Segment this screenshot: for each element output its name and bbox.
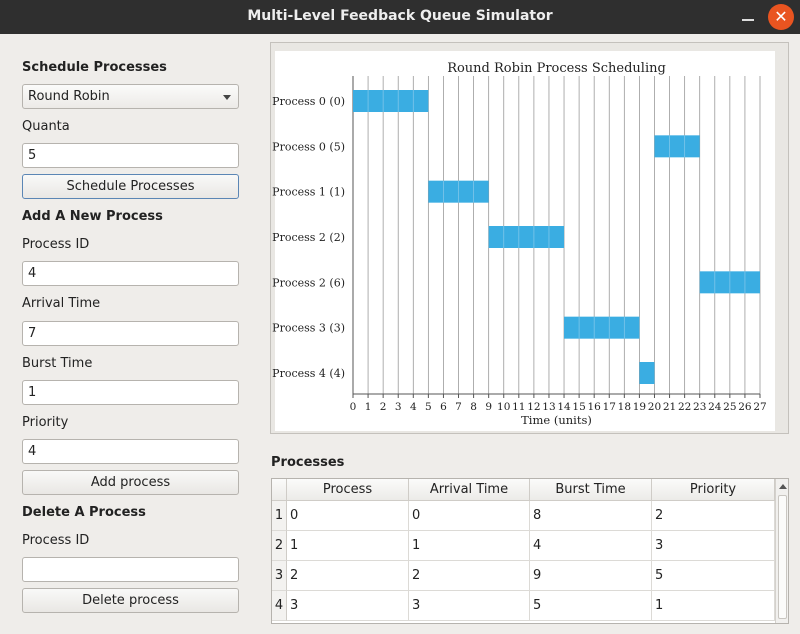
minimize-icon[interactable]	[742, 9, 754, 23]
delete-process-header: Delete A Process	[22, 505, 146, 520]
x-tick-label: 23	[693, 401, 706, 413]
column-header[interactable]: Priority	[652, 479, 775, 501]
chevron-down-icon	[223, 95, 231, 100]
x-tick-label: 1	[365, 401, 372, 413]
table-cell[interactable]: 5	[652, 561, 775, 591]
title-bar: Multi-Level Feedback Queue Simulator ✕	[0, 0, 800, 34]
x-tick-label: 9	[485, 401, 492, 413]
gantt-chart: Round Robin Process Scheduling0 1 2 3 4 5 6 7 8 9…	[272, 51, 775, 431]
x-axis-label: Time (units)	[521, 413, 592, 427]
gantt-bar	[639, 362, 655, 384]
column-header[interactable]: Arrival Time	[409, 479, 530, 501]
burst-time-label: Burst Time	[22, 356, 93, 371]
x-tick-label: 13	[542, 401, 555, 413]
table-cell[interactable]: 2	[409, 561, 530, 591]
x-tick-label: 10	[497, 401, 510, 413]
x-tick-label: 25	[723, 401, 736, 413]
x-tick-label: 18	[618, 401, 631, 413]
burst-time-input[interactable]: 1	[22, 380, 239, 405]
x-tick-label: 3	[395, 401, 402, 413]
x-tick-label: 26	[738, 401, 752, 413]
priority-input[interactable]: 4	[22, 439, 239, 464]
delete-process-id-label: Process ID	[22, 533, 90, 548]
table-cell[interactable]: 3	[409, 591, 530, 621]
table-cell[interactable]: 8	[530, 501, 652, 531]
quanta-input[interactable]: 5	[22, 143, 239, 168]
table-cell[interactable]: 1	[652, 591, 775, 621]
table-cell[interactable]: 9	[530, 561, 652, 591]
table-corner	[272, 479, 287, 501]
table-cell[interactable]: 1	[287, 531, 409, 561]
table-cell[interactable]: 0	[287, 501, 409, 531]
y-tick-label: Process 3 (3)	[272, 322, 345, 335]
process-id-label: Process ID	[22, 237, 90, 252]
gantt-bar	[564, 316, 640, 339]
window-title: Multi-Level Feedback Queue Simulator	[247, 8, 553, 24]
scroll-up-icon[interactable]	[779, 484, 787, 489]
x-tick-label: 19	[633, 401, 646, 413]
x-tick-label: 0	[350, 401, 357, 413]
processes-table: 1 5 3 3 4 5 9 2 2 3 3 4 1 1 2 2 8 0 0 1 Priority Burst Time Ar…	[271, 478, 789, 624]
x-tick-label: 21	[663, 401, 676, 413]
x-tick-label: 20	[648, 401, 661, 413]
table-cell[interactable]: 3	[652, 531, 775, 561]
add-process-header: Add A New Process	[22, 209, 163, 224]
row-header[interactable]: 4	[272, 591, 287, 621]
x-tick-label: 17	[603, 401, 616, 413]
table-cell[interactable]: 3	[287, 591, 409, 621]
x-tick-label: 14	[557, 401, 571, 413]
x-tick-label: 2	[380, 401, 387, 413]
gantt-bar	[488, 226, 565, 248]
row-header[interactable]: 2	[272, 531, 287, 561]
table-cell[interactable]: 2	[287, 561, 409, 591]
schedule-processes-button[interactable]: Schedule Processes	[22, 174, 239, 199]
column-header[interactable]: Process	[287, 479, 409, 501]
algorithm-select-value: Round Robin	[28, 89, 110, 104]
x-tick-label: 12	[527, 401, 540, 413]
gantt-chart-panel: Round Robin Process Scheduling 0 1 2 3 4 5 6 7 8 9…	[270, 42, 789, 434]
x-tick-label: 11	[512, 401, 525, 413]
processes-table-title: Processes	[271, 455, 345, 470]
row-header[interactable]: 3	[272, 561, 287, 591]
x-tick-label: 4	[410, 401, 417, 413]
gantt-bar	[353, 90, 429, 112]
chart-title: Round Robin Process Scheduling	[447, 61, 666, 76]
table-cell[interactable]: 4	[530, 531, 652, 561]
x-tick-label: 5	[425, 401, 432, 413]
column-header[interactable]: Burst Time	[530, 479, 652, 501]
table-scrollbar[interactable]	[775, 479, 788, 623]
x-tick-label: 7	[455, 401, 462, 413]
delete-process-id-input[interactable]	[22, 557, 239, 582]
y-tick-label: Process 0 (0)	[272, 95, 345, 108]
x-tick-label: 24	[708, 401, 722, 413]
row-header[interactable]: 1	[272, 501, 287, 531]
y-tick-label: Process 2 (2)	[272, 231, 345, 244]
table-cell[interactable]: 1	[409, 531, 530, 561]
algorithm-select[interactable]: Round Robin	[22, 84, 239, 109]
x-tick-label: 15	[572, 401, 585, 413]
y-tick-label: Process 0 (5)	[272, 140, 345, 153]
process-id-input[interactable]: 4	[22, 261, 239, 286]
table-cell[interactable]: 5	[530, 591, 652, 621]
x-tick-label: 6	[440, 401, 447, 413]
scrollbar-thumb[interactable]	[778, 495, 787, 619]
schedule-processes-header: Schedule Processes	[22, 60, 167, 75]
arrival-time-input[interactable]: 7	[22, 321, 239, 346]
x-tick-label: 27	[753, 401, 766, 413]
y-tick-label: Process 2 (6)	[272, 276, 345, 289]
arrival-time-label: Arrival Time	[22, 296, 101, 311]
y-tick-label: Process 1 (1)	[272, 186, 345, 199]
gantt-bar	[654, 135, 700, 158]
x-tick-label: 16	[587, 401, 601, 413]
add-process-button[interactable]: Add process	[22, 470, 239, 495]
x-tick-label: 8	[470, 401, 477, 413]
quanta-label: Quanta	[22, 119, 70, 134]
table-cell[interactable]: 2	[652, 501, 775, 531]
table-cell[interactable]: 0	[409, 501, 530, 531]
y-tick-label: Process 4 (4)	[272, 367, 345, 380]
close-icon[interactable]: ✕	[768, 4, 794, 30]
priority-label: Priority	[22, 415, 69, 430]
delete-process-button[interactable]: Delete process	[22, 588, 239, 613]
x-tick-label: 22	[678, 401, 691, 413]
